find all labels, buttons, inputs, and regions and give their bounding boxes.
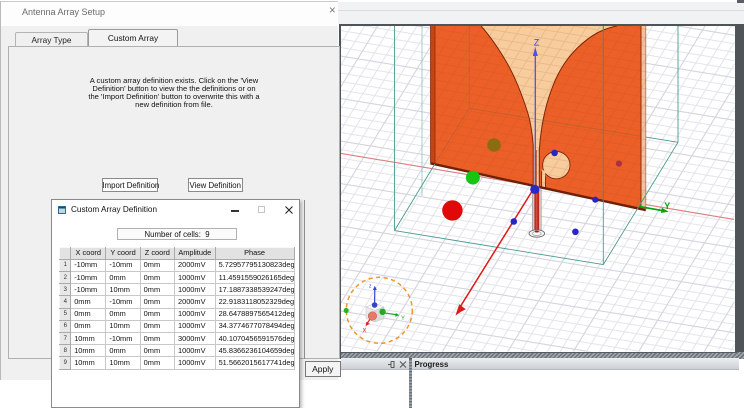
svg-text:Y: Y [664,201,670,211]
svg-text:X: X [362,329,366,335]
svg-text:Y: Y [401,316,405,322]
svg-text:Z: Z [534,37,540,47]
